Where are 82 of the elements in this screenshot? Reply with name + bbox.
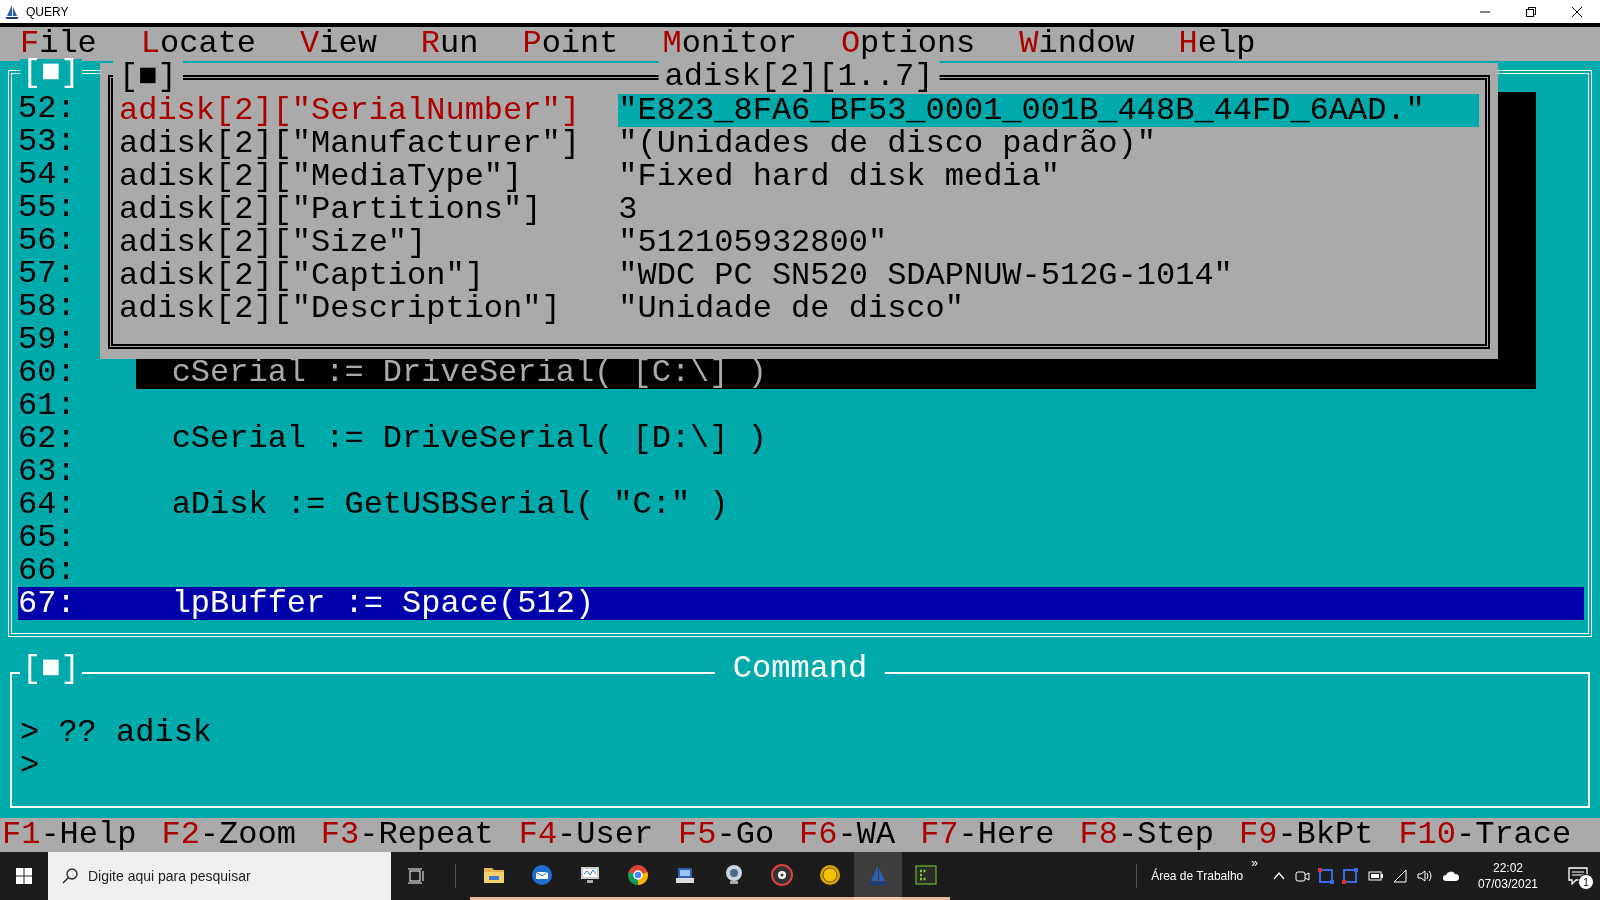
notification-count: 1 bbox=[1578, 874, 1594, 890]
array-key[interactable]: adisk[2]["Manufacturer"] bbox=[119, 127, 619, 160]
line-number: 62: bbox=[18, 422, 76, 455]
disc-icon bbox=[770, 862, 794, 887]
code-text: lpBuffer := Space(512) bbox=[171, 587, 595, 620]
toolbar-label[interactable]: Área de Trabalho bbox=[1151, 869, 1244, 883]
clock-date: 07/03/2021 bbox=[1477, 876, 1538, 892]
popup-close-button[interactable]: [■] bbox=[113, 60, 183, 93]
windows-icon bbox=[16, 868, 32, 884]
close-icon bbox=[1572, 6, 1582, 17]
menu-item[interactable]: Point bbox=[522, 27, 619, 61]
array-key[interactable]: adisk[2]["Description"] bbox=[119, 292, 619, 325]
function-key[interactable]: F7-Here bbox=[920, 818, 1055, 852]
command-line: > ?? adisk bbox=[20, 716, 214, 749]
clock-time: 22:02 bbox=[1492, 860, 1523, 876]
function-key[interactable]: F9-BkPt bbox=[1238, 818, 1374, 852]
speaker-icon[interactable] bbox=[1415, 868, 1434, 884]
line-number: 56: bbox=[18, 224, 76, 257]
array-value: "512105932800" bbox=[618, 226, 889, 259]
array-key[interactable]: adisk[2]["Caption"] bbox=[119, 259, 619, 292]
cloud-icon[interactable] bbox=[1441, 869, 1460, 883]
line-number: 55: bbox=[18, 191, 76, 224]
line-number: 61: bbox=[18, 389, 76, 422]
line-number: 66: bbox=[18, 554, 76, 587]
window-title: QUERY bbox=[26, 4, 69, 19]
menu-item[interactable]: Locate bbox=[140, 27, 257, 61]
line-number: 54: bbox=[18, 158, 76, 191]
function-key[interactable]: F1-Help bbox=[2, 818, 137, 852]
menu-item[interactable]: Monitor bbox=[662, 27, 797, 61]
line-number: 63: bbox=[18, 455, 76, 488]
browser-icon bbox=[626, 862, 650, 887]
function-key[interactable]: F6-WA bbox=[799, 818, 896, 852]
line-number: 58: bbox=[18, 290, 76, 323]
message-icon bbox=[1568, 867, 1588, 885]
sailboat-icon bbox=[4, 3, 20, 20]
popup-title: adisk[2][1..7] bbox=[658, 60, 940, 93]
menu-item[interactable]: Options bbox=[840, 27, 976, 61]
camera-icon[interactable] bbox=[1293, 868, 1310, 884]
mail-icon bbox=[530, 862, 554, 887]
menu-item[interactable]: View bbox=[300, 27, 377, 61]
search-field[interactable]: Digite aqui para pesquisar bbox=[48, 852, 391, 900]
clock[interactable]: 22:02 07/03/2021 bbox=[1477, 860, 1538, 892]
array-key[interactable]: adisk[2]["MediaType"] bbox=[119, 160, 619, 193]
array-key[interactable]: adisk[2]["Partitions"] bbox=[119, 193, 619, 226]
line-number: 53: bbox=[18, 125, 76, 158]
notifications-button[interactable]: 1 bbox=[1556, 852, 1600, 900]
function-key[interactable]: F8-Step bbox=[1079, 818, 1214, 852]
toolbar-chevron[interactable]: » bbox=[1251, 856, 1258, 870]
command-line: > bbox=[20, 749, 41, 782]
task-view-icon bbox=[407, 868, 425, 884]
frame-icon[interactable] bbox=[1341, 868, 1358, 884]
search-icon bbox=[62, 868, 78, 884]
code-text: cSerial := DriveSerial( [C:\] ) bbox=[171, 356, 767, 389]
line-number: 60: bbox=[18, 356, 76, 389]
array-value: 3 bbox=[618, 193, 639, 226]
function-key[interactable]: F2-Zoom bbox=[161, 818, 296, 852]
menu-item[interactable]: Help bbox=[1178, 27, 1256, 61]
line-number: 64: bbox=[18, 488, 76, 521]
line-number: 52: bbox=[18, 92, 76, 125]
frame-icon[interactable] bbox=[1317, 868, 1334, 884]
menu-item[interactable]: Run bbox=[420, 27, 479, 61]
menu-item[interactable]: Window bbox=[1019, 27, 1135, 61]
code-text: aDisk := GetUSBSerial( "C:" ) bbox=[171, 488, 729, 521]
function-key[interactable]: F10-Trace bbox=[1398, 818, 1572, 852]
line-number: 65: bbox=[18, 521, 76, 554]
array-value: "E823_8FA6_BF53_0001_001B_448B_44FD_6AAD." bbox=[618, 94, 1479, 127]
restore-icon bbox=[1526, 6, 1536, 17]
function-key[interactable]: F3-Repeat bbox=[320, 818, 494, 852]
terminal-icon bbox=[914, 862, 938, 887]
array-value: "Unidade de disco" bbox=[618, 292, 965, 325]
array-value: "WDC PC SN520 SDAPNUW-512G-1014" bbox=[618, 259, 1234, 292]
function-key[interactable]: F4-User bbox=[518, 818, 654, 852]
line-number: 59: bbox=[18, 323, 76, 356]
function-key[interactable]: F5-Go bbox=[678, 818, 775, 852]
line-number: 67: bbox=[18, 587, 76, 620]
line-number: 57: bbox=[18, 257, 76, 290]
taskbar-app[interactable] bbox=[854, 852, 902, 900]
code-text: cSerial := DriveSerial( [D:\] ) bbox=[171, 422, 767, 455]
array-value: "(Unidades de disco padrão)" bbox=[618, 127, 1157, 160]
battery-icon[interactable] bbox=[1365, 869, 1384, 883]
array-value: "Fixed hard disk media" bbox=[618, 160, 1060, 193]
array-key[interactable]: adisk[2]["Size"] bbox=[119, 226, 619, 259]
